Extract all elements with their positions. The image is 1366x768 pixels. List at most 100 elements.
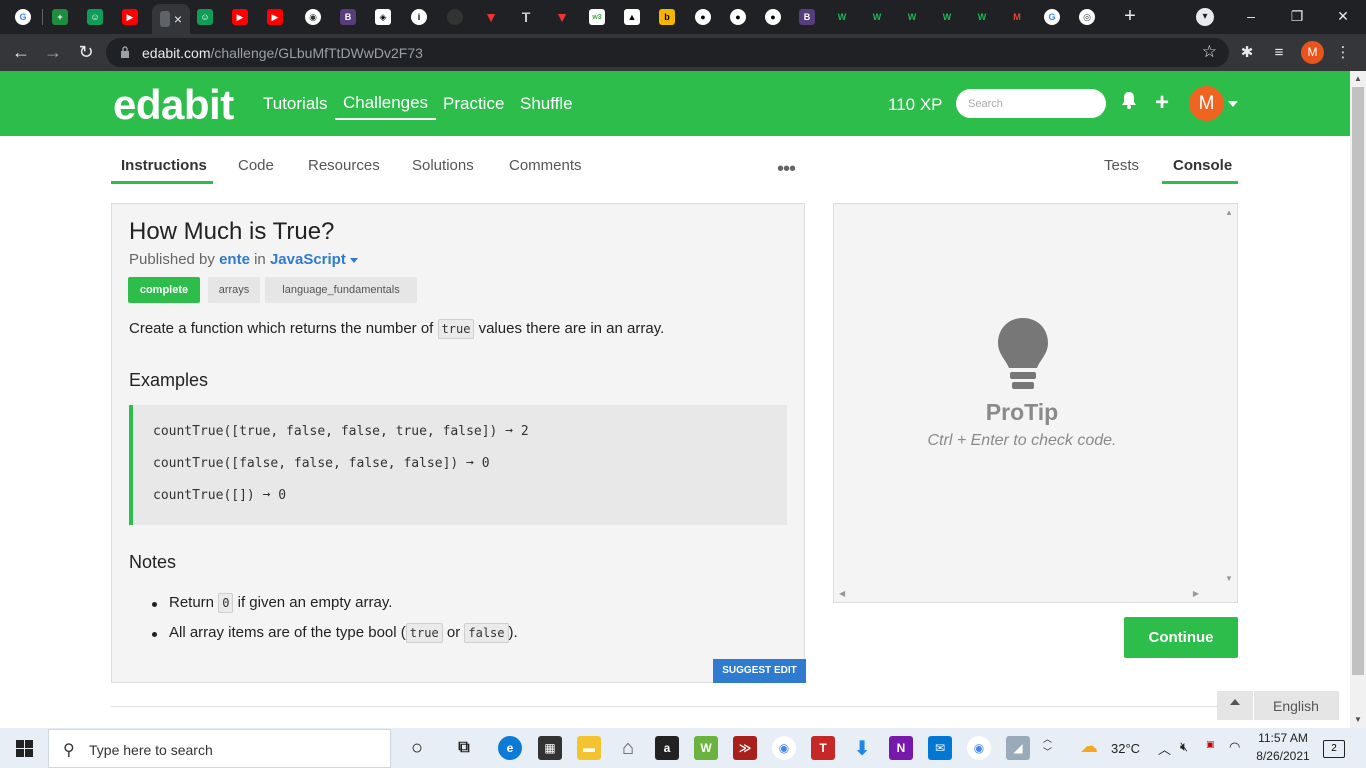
download-icon[interactable]: ⬇ [850,736,874,760]
browser-tab[interactable]: ◈ [366,2,400,32]
tag-complete[interactable]: complete [128,277,200,303]
browser-tab[interactable] [438,2,472,32]
browser-tab[interactable]: ☺ [78,2,112,32]
browser-tab[interactable]: ▲ [615,2,649,32]
mail-icon[interactable]: ✉ [928,736,952,760]
chevron-down-icon[interactable] [1228,101,1238,107]
reload-icon[interactable]: ↻ [73,40,99,66]
browser-tab[interactable]: ● [721,2,755,32]
file-explorer-icon[interactable]: ▬ [577,736,601,760]
chrome-profile-icon[interactable]: ◉ [967,736,991,760]
tab-search-icon[interactable]: ▾ [1196,8,1214,26]
scroll-left-icon[interactable]: ◀ [839,589,845,598]
browser-tab[interactable]: ▼ [474,2,508,32]
browser-tab[interactable]: ● [756,2,790,32]
taskbar-search[interactable]: ⚲ Type here to search [48,729,391,768]
browser-tab[interactable]: + [43,2,77,32]
console-horizontal-scrollbar[interactable]: ◀ ▶ [834,585,1219,602]
wix-icon[interactable]: W [694,736,718,760]
cortana-icon[interactable]: ○ [405,736,429,760]
browser-tab[interactable]: ☺ [188,2,222,32]
browser-tab[interactable]: W [965,2,999,32]
nav-tutorials[interactable]: Tutorials [263,94,328,114]
url-text[interactable]: edabit.com/challenge/GLbuMfTtDWwDv2F73 [142,45,423,61]
scroll-up-icon[interactable]: ▲ [1225,208,1233,217]
browser-tab[interactable]: ▶ [113,2,147,32]
browser-tab[interactable]: ▶ [258,2,292,32]
clock[interactable]: 11:57 AM 8/26/2021 [1256,731,1310,763]
tab-code[interactable]: Code [238,157,274,174]
add-icon[interactable]: + [1151,91,1173,115]
new-tab-button[interactable]: + [1118,5,1142,29]
typing-app-icon[interactable]: T [811,736,835,760]
home-icon[interactable]: ⌂ [616,736,640,760]
tray-overflow-icon[interactable]: ︿ [1158,739,1171,758]
author-link[interactable]: ente [219,251,250,268]
tab-console[interactable]: Console [1173,157,1232,174]
notification-bell-icon[interactable] [1118,91,1140,115]
browser-tab[interactable]: G [1035,2,1069,32]
forward-icon[interactable]: → [40,40,66,66]
browser-tab[interactable]: B [790,2,824,32]
scroll-down-icon[interactable]: ▼ [1225,574,1233,583]
search-input[interactable] [956,89,1106,118]
menu-icon[interactable]: ⋮ [1332,42,1354,64]
browser-profile-avatar[interactable]: M [1301,41,1324,64]
tab-resources[interactable]: Resources [308,157,380,174]
keyboard-icon[interactable]: ▣ [1206,739,1215,750]
page-scrollbar[interactable]: ▲ ▼ [1350,71,1366,729]
address-bar[interactable]: edabit.com/challenge/GLbuMfTtDWwDv2F73 ☆ [106,38,1229,67]
notification-center-icon[interactable]: 2 [1323,740,1345,758]
browser-tab[interactable]: b [650,2,684,32]
tag-arrays[interactable]: arrays [208,277,260,303]
chevron-up-icon[interactable] [1230,699,1240,705]
browser-tab[interactable]: W [930,2,964,32]
tag-language-fundamentals[interactable]: language_fundamentals [265,277,417,303]
close-window-button[interactable]: ✕ [1320,4,1366,30]
wifi-icon[interactable]: ◠ [1229,739,1240,755]
browser-tab[interactable]: ▶ [223,2,257,32]
user-avatar[interactable]: M [1189,86,1224,121]
browser-tab[interactable]: ▼ [545,2,579,32]
bookmark-star-icon[interactable]: ☆ [1202,42,1217,62]
tab-solutions[interactable]: Solutions [412,157,474,174]
weather-temp[interactable]: 32°C [1111,741,1140,756]
media-control-icon[interactable]: ≡ [1268,42,1290,64]
scrollbar-thumb[interactable] [1352,87,1364,675]
browser-tab[interactable]: W [825,2,859,32]
browser-tab[interactable]: i [402,2,436,32]
browser-tab[interactable]: W [860,2,894,32]
back-icon[interactable]: ← [8,40,34,66]
browser-tab[interactable]: G [6,2,40,32]
nav-practice[interactable]: Practice [443,94,504,114]
nav-shuffle[interactable]: Shuffle [520,94,573,114]
browser-tab[interactable]: ● [686,2,720,32]
continue-button[interactable]: Continue [1124,617,1238,658]
maximize-button[interactable]: ❐ [1274,4,1320,30]
tab-tests[interactable]: Tests [1104,157,1139,174]
suggest-edit-button[interactable]: SUGGEST EDIT [713,659,806,683]
close-tab-icon[interactable]: × [174,11,182,27]
more-options-icon[interactable]: ••• [777,158,796,181]
windows-start-icon[interactable] [16,740,33,757]
app-icon[interactable]: ◢ [1006,736,1030,760]
edge-icon[interactable]: e [498,736,522,760]
store-icon[interactable]: ▦ [538,736,562,760]
amazon-icon[interactable]: a [655,736,679,760]
scroll-up-icon[interactable]: ▲ [1354,74,1362,83]
language-dropdown[interactable]: JavaScript [270,251,346,268]
onenote-icon[interactable]: N [889,736,913,760]
browser-tab[interactable]: B [331,2,365,32]
tab-instructions[interactable]: Instructions [121,157,207,174]
chevron-down-icon[interactable] [349,257,358,263]
app-icon[interactable]: ≫ [733,736,757,760]
minimize-button[interactable]: – [1228,4,1274,30]
browser-tab[interactable]: T [509,2,543,32]
extensions-icon[interactable]: ✱ [1236,42,1258,64]
volume-muted-icon[interactable]: 🔇︎ [1180,739,1188,755]
language-selector[interactable]: English [1217,691,1339,720]
edabit-logo[interactable]: edabit [113,81,234,129]
chrome-icon[interactable]: ◉ [772,736,796,760]
console-vertical-scrollbar[interactable]: ▲ ▼ [1220,204,1237,587]
scroll-right-icon[interactable]: ▶ [1193,589,1199,598]
